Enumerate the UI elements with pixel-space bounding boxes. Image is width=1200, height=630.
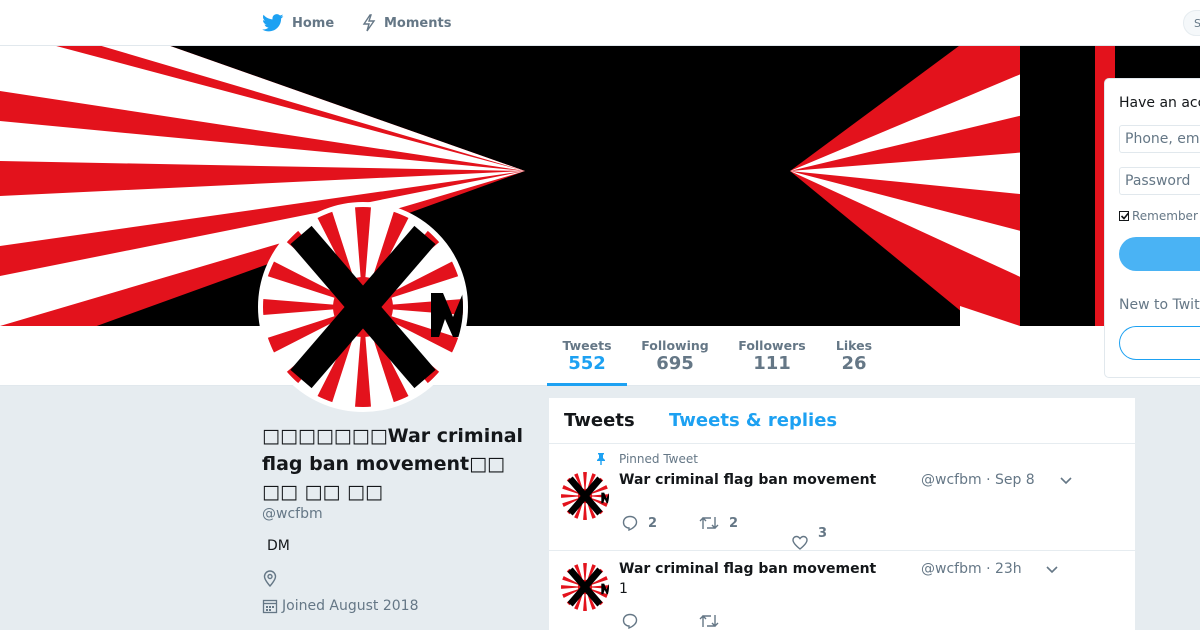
profile-location	[262, 570, 278, 592]
tweet-meta: @wcfbm · Sep 8	[921, 472, 1035, 488]
tweet-author-handle[interactable]: @wcfbm	[921, 561, 982, 577]
stat-following-label: Following	[641, 338, 709, 353]
profile-banner	[0, 46, 1200, 326]
check-icon	[1120, 212, 1130, 220]
pin-icon	[597, 453, 605, 465]
remember-label: Remember me	[1132, 209, 1200, 223]
stat-followers-label: Followers	[738, 338, 806, 353]
login-password-input[interactable]	[1119, 167, 1200, 195]
login-panel: Have an account? Remember me New to Twit…	[1104, 78, 1200, 378]
stat-tweets[interactable]: Tweets 552	[547, 326, 627, 386]
banner-image	[0, 46, 1200, 326]
stat-followers-value: 111	[753, 353, 791, 374]
chevron-down-icon[interactable]	[1045, 565, 1059, 575]
stat-likes-value: 26	[841, 353, 867, 374]
search-input[interactable]: S	[1183, 10, 1200, 36]
tweet-author-name[interactable]: War criminal flag ban movement	[619, 561, 876, 577]
login-username-input[interactable]	[1119, 125, 1200, 153]
stat-following-value: 695	[656, 353, 694, 374]
retweet-icon	[699, 615, 719, 627]
tweet-author-name[interactable]: War criminal flag ban movement	[619, 472, 876, 488]
like-button[interactable]: 3	[792, 515, 827, 551]
nav-home-link[interactable]: Home	[262, 0, 334, 46]
tab-tweets[interactable]: Tweets	[564, 410, 635, 431]
calendar-icon	[262, 599, 278, 614]
tweet-item[interactable]: War criminal flag ban movement @wcfbm · …	[549, 551, 1135, 630]
stat-likes-label: Likes	[835, 338, 873, 353]
profile-nav-bar: Tweets 552 Following 695 Followers 111 L…	[0, 326, 1200, 386]
joined-date: Joined August 2018	[282, 598, 419, 614]
avatar-image	[263, 207, 463, 407]
location-pin-icon	[263, 570, 277, 588]
tweet-meta: @wcfbm · 23h	[921, 561, 1022, 577]
retweet-button[interactable]	[699, 613, 729, 629]
profile-joined: Joined August 2018	[262, 598, 418, 614]
nav-moments-label: Moments	[384, 15, 452, 31]
retweet-count: 2	[729, 515, 739, 531]
tweet-avatar-image	[561, 472, 609, 520]
tweet-timestamp[interactable]: · Sep 8	[986, 472, 1035, 488]
stat-followers[interactable]: Followers 111	[730, 326, 814, 386]
like-count: 3	[818, 525, 828, 541]
remember-checkbox[interactable]	[1119, 211, 1130, 221]
lightning-icon	[362, 14, 376, 32]
remember-me[interactable]: Remember me	[1119, 209, 1200, 223]
reply-button[interactable]: 2	[622, 515, 657, 531]
tweet-author-handle[interactable]: @wcfbm	[921, 472, 982, 488]
profile-handle[interactable]: @wcfbm	[262, 506, 323, 522]
profile-name: □□□□□□□War criminal flag ban movement□□ …	[262, 425, 524, 503]
timeline-tabs: Tweets Tweets & replies	[549, 398, 1135, 444]
stat-tweets-label: Tweets	[562, 338, 612, 353]
stat-likes[interactable]: Likes 26	[828, 326, 880, 386]
signup-button[interactable]	[1119, 326, 1200, 360]
new-to-twitter-text: New to Twitter?	[1119, 297, 1200, 313]
top-nav: Home Moments S	[0, 0, 1200, 46]
pinned-label: Pinned Tweet	[619, 452, 698, 466]
tweet-avatar[interactable]	[561, 563, 609, 611]
chevron-down-icon[interactable]	[1059, 476, 1073, 486]
reply-count: 2	[648, 515, 658, 531]
reply-button[interactable]	[622, 613, 648, 629]
tweet-timestamp[interactable]: · 23h	[986, 561, 1022, 577]
stat-following[interactable]: Following 695	[635, 326, 715, 386]
tweet-text: 1	[619, 581, 628, 597]
stat-tweets-value: 552	[568, 353, 606, 374]
tweet-avatar[interactable]	[561, 472, 609, 520]
heart-icon	[792, 535, 808, 550]
pinned-indicator	[595, 452, 607, 466]
profile-avatar[interactable]	[258, 202, 468, 412]
retweet-icon	[699, 517, 719, 529]
twitter-bird-icon	[262, 14, 284, 32]
retweet-button[interactable]: 2	[699, 515, 738, 531]
tweet-avatar-image	[561, 563, 609, 611]
profile-bio: DM	[267, 538, 290, 554]
reply-icon	[622, 515, 638, 531]
reply-icon	[622, 613, 638, 629]
tweet-item[interactable]: Pinned Tweet War criminal flag ban movem…	[549, 444, 1135, 551]
nav-home-label: Home	[292, 15, 335, 31]
nav-moments-link[interactable]: Moments	[362, 0, 451, 46]
tab-tweets-replies[interactable]: Tweets & replies	[669, 410, 837, 431]
timeline: Tweets Tweets & replies Pinned Tweet War…	[548, 397, 1136, 630]
login-title: Have an account?	[1119, 95, 1200, 111]
login-button[interactable]	[1119, 237, 1200, 271]
